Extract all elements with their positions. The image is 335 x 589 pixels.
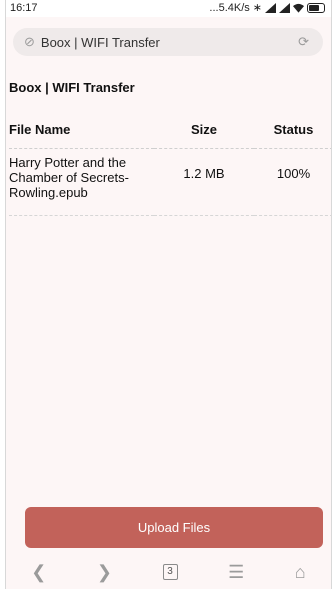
back-icon[interactable]: ❮ <box>31 562 46 583</box>
table-row: Harry Potter and the Chamber of Secrets-… <box>9 148 331 216</box>
address-text: Boox | WIFI Transfer <box>40 34 160 50</box>
no-link-icon: ⊘ <box>24 34 35 49</box>
table-header-row: File Name Size Status <box>9 120 331 149</box>
header-size: Size <box>154 120 254 149</box>
status-bar: 16:17 ...5.4K/s ∗ <box>6 0 331 17</box>
forward-icon[interactable]: ❯ <box>97 562 112 583</box>
browser-nav-bar: ❮ ❯ 3 ☰ ⌂ <box>6 555 331 589</box>
tabs-icon[interactable]: 3 <box>162 564 178 580</box>
battery-icon <box>307 2 325 13</box>
status-time: 16:17 <box>10 2 38 14</box>
header-file-name: File Name <box>9 120 154 149</box>
header-status: Status <box>254 120 331 149</box>
bluetooth-icon: ∗ <box>252 2 262 14</box>
home-icon[interactable]: ⌂ <box>295 562 306 583</box>
wifi-icon <box>293 3 304 13</box>
file-status-cell: 100% <box>254 148 331 216</box>
menu-icon[interactable]: ☰ <box>228 562 244 583</box>
phone-screen: 16:17 ...5.4K/s ∗ ⊘ Boox | WIFI Transfer… <box>5 0 332 589</box>
reload-icon[interactable]: ⟳ <box>298 34 309 50</box>
status-indicators: ...5.4K/s ∗ <box>209 1 325 14</box>
upload-files-button[interactable]: Upload Files <box>25 507 323 548</box>
page-title: Boox | WIFI Transfer <box>9 80 135 95</box>
file-table: File Name Size Status Harry Potter and t… <box>9 120 331 216</box>
network-speed: ...5.4K/s <box>209 1 250 14</box>
signal-icon <box>279 2 290 13</box>
signal-icon <box>265 2 276 13</box>
address-bar[interactable]: ⊘ Boox | WIFI Transfer ⟳ <box>13 28 323 56</box>
file-name-cell: Harry Potter and the Chamber of Secrets-… <box>9 148 154 216</box>
file-size-cell: 1.2 MB <box>154 148 254 216</box>
